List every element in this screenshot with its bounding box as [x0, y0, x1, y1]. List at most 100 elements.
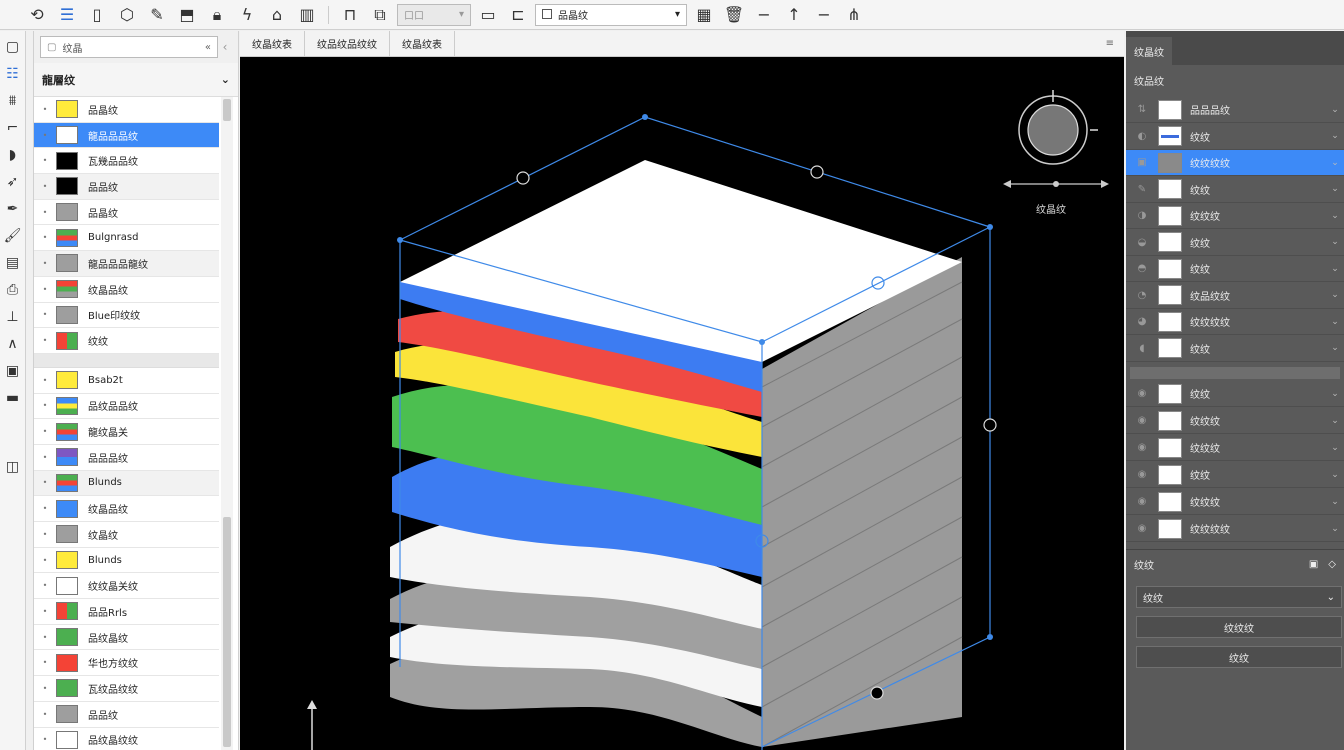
chevron-down-icon[interactable]: ⌄ [1326, 290, 1344, 300]
shield-icon[interactable]: ◗ [2, 145, 24, 165]
property-row[interactable]: ✎ 纹纹 ⌄ [1126, 177, 1344, 203]
layer-list-item[interactable]: • 品晶纹 [34, 200, 219, 226]
visibility-icon[interactable]: ◉ [1126, 523, 1158, 534]
property-swatch[interactable] [1158, 258, 1182, 279]
reset-button[interactable]: 纹纹 [1136, 646, 1342, 668]
visibility-icon[interactable]: ◓ [1126, 263, 1158, 274]
page-icon[interactable]: ⊏ [505, 3, 531, 27]
arrow-up-icon[interactable]: ↑ [781, 3, 807, 27]
property-row[interactable]: ◕ 纹纹纹纹 ⌄ [1126, 309, 1344, 335]
pattern-icon[interactable]: ⩩ [2, 91, 24, 111]
layer-select[interactable]: 品晶纹 ▾ [535, 3, 687, 26]
visibility-icon[interactable]: ⇅ [1126, 104, 1158, 115]
frame-icon[interactable]: ▭ [475, 3, 501, 27]
property-row[interactable]: ◉ 纹纹 ⌄ [1126, 462, 1344, 488]
scrollbar-thumb[interactable] [223, 517, 231, 747]
visibility-icon[interactable]: ◖ [1126, 343, 1158, 354]
apply-button[interactable]: 纹纹纹 [1136, 616, 1342, 638]
tab-properties[interactable]: 纹晶纹 [1126, 37, 1172, 65]
share-icon[interactable]: ⋔ [841, 3, 867, 27]
tab-view-2[interactable]: 纹品纹品纹纹 [305, 30, 390, 57]
minus-icon[interactable]: − [751, 3, 777, 27]
property-swatch[interactable] [1158, 437, 1182, 458]
chevron-down-icon[interactable]: ⌄ [1326, 317, 1344, 327]
collapse-panel-icon[interactable]: ‹ [218, 40, 232, 54]
property-row[interactable]: ◑ 纹纹纹 ⌄ [1126, 203, 1344, 229]
property-swatch[interactable] [1158, 99, 1182, 120]
crop-icon[interactable]: ⌐ [2, 118, 24, 138]
layer-list-item[interactable]: • Bulgnrasd [34, 225, 219, 252]
view-compass[interactable] [1003, 90, 1109, 188]
lightning-icon[interactable]: ϟ [234, 3, 260, 27]
chevron-down-icon[interactable]: ⌄ [1326, 524, 1344, 534]
table-icon[interactable]: ▬ [2, 388, 24, 408]
property-swatch[interactable] [1158, 464, 1182, 485]
property-swatch[interactable] [1158, 518, 1182, 539]
layer-list-scrollbar[interactable] [221, 97, 233, 750]
layer-list-item[interactable]: • 品品品纹 [34, 445, 219, 471]
mode-select[interactable]: 纹纹 ⌄ [1136, 586, 1342, 608]
chevron-down-icon[interactable]: ⌄ [1326, 343, 1344, 353]
property-row[interactable]: ◉ 纹纹纹 ⌄ [1126, 489, 1344, 515]
visibility-icon[interactable]: ◑ [1126, 210, 1158, 221]
layer-list-item[interactable]: • 龍纹晶关 [34, 419, 219, 445]
monitor-icon[interactable]: ⌂ [264, 3, 290, 27]
chevron-down-icon[interactable]: ⌄ [1326, 184, 1344, 194]
tab-view-3[interactable]: 纹晶纹表 [390, 30, 455, 57]
chevron-down-icon[interactable]: ⌄ [1326, 237, 1344, 247]
layer-list-item[interactable]: • 品纹品品纹 [34, 394, 219, 420]
document-icon[interactable]: ▯ [84, 3, 110, 27]
fill-icon[interactable]: ⬡ [114, 3, 140, 27]
property-row[interactable]: ◐ 纹纹 ⌄ [1126, 124, 1344, 150]
property-swatch[interactable] [1158, 179, 1182, 199]
property-swatch[interactable] [1158, 410, 1182, 431]
visibility-icon[interactable]: ◔ [1126, 290, 1158, 301]
layer-list-item[interactable]: • 品纹晶纹纹 [34, 728, 219, 750]
chevron-down-icon[interactable]: ⌄ [1326, 443, 1344, 453]
property-swatch[interactable] [1158, 383, 1182, 404]
layer-list-item[interactable]: • 华也方纹纹 [34, 650, 219, 677]
chevron-down-icon[interactable]: ⌄ [1326, 131, 1344, 141]
chevron-down-icon[interactable]: ⌄ [1326, 389, 1344, 399]
layer-list-item[interactable]: • 品纹晶纹 [34, 625, 219, 651]
pen-icon[interactable]: ✒ [2, 199, 24, 219]
property-swatch[interactable] [1158, 285, 1182, 305]
panel-icon[interactable]: ▥ [294, 3, 320, 27]
visibility-icon[interactable]: ◒ [1126, 237, 1158, 248]
layer-list-item[interactable]: • 品品Rrls [34, 599, 219, 625]
property-swatch[interactable] [1158, 232, 1182, 252]
visibility-icon[interactable]: ▣ [1126, 157, 1158, 168]
3d-viewport[interactable]: 纹晶纹 [240, 57, 1124, 750]
panel-title[interactable]: 龍層纹 ⌄ [34, 63, 238, 97]
angle-icon[interactable]: ∧ [2, 334, 24, 354]
visibility-icon[interactable]: ◐ [1126, 131, 1158, 142]
property-row[interactable]: ◉ 纹纹纹纹 ⌄ [1126, 516, 1344, 542]
visibility-icon[interactable]: ◉ [1126, 469, 1158, 480]
minus-icon[interactable]: − [811, 3, 837, 27]
property-row[interactable]: ◔ 纹品纹纹 ⌄ [1126, 283, 1344, 309]
property-swatch[interactable] [1158, 491, 1182, 512]
layer-list-item[interactable]: • Blunds [34, 548, 219, 574]
property-swatch[interactable] [1158, 152, 1182, 173]
trash-icon[interactable]: 🗑︎ [721, 3, 747, 27]
chevron-down-icon[interactable]: ⌄ [1326, 416, 1344, 426]
layer-list-item[interactable]: • 品晶纹 [34, 97, 219, 123]
property-row[interactable]: ◖ 纹纹 ⌄ [1126, 336, 1344, 362]
visibility-icon[interactable]: ◕ [1126, 316, 1158, 327]
layer-list-item[interactable]: • 纹纹晶关纹 [34, 573, 219, 600]
layer-list-item[interactable]: • Blue印纹纹 [34, 303, 219, 329]
pointer-icon[interactable]: ➶ [2, 172, 24, 192]
property-swatch[interactable] [1158, 126, 1182, 146]
transform-icon[interactable]: ⬒ [174, 3, 200, 27]
chevron-down-icon[interactable]: ⌄ [1326, 264, 1344, 274]
search-input[interactable]: ▢ 纹晶 « [40, 36, 218, 58]
visibility-icon[interactable]: ✎ [1126, 184, 1158, 195]
layer-list-item[interactable]: • 纹晶品纹 [34, 277, 219, 303]
text-box-icon[interactable]: ▤ [2, 253, 24, 273]
property-swatch[interactable] [1158, 338, 1182, 358]
property-row[interactable]: ◉ 纹纹 ⌄ [1126, 381, 1344, 407]
split-icon[interactable]: ⊓ [337, 3, 363, 27]
layer-list-item[interactable]: • 品品纹 [34, 174, 219, 200]
layer-list-item[interactable]: • 纹晶品纹 [34, 496, 219, 522]
stack-icon[interactable]: ⧉ [367, 3, 393, 27]
